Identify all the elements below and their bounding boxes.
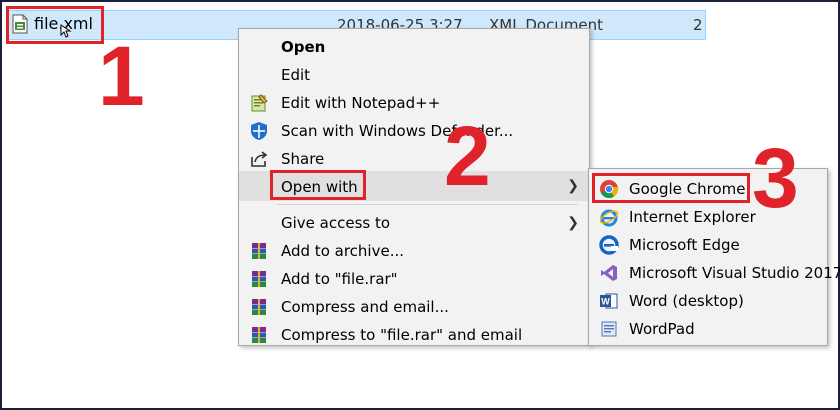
menu-item-label: Add to archive... (281, 242, 404, 260)
menu-item-label: Edit with Notepad++ (281, 94, 441, 112)
winrar-icon (252, 299, 266, 315)
submenu-item-label: Internet Explorer (629, 208, 756, 226)
submenu-item-wordpad[interactable]: WordPad (589, 315, 827, 343)
menu-item-compress-rar-email[interactable]: Compress to "file.rar" and email (239, 321, 589, 349)
submenu-item-microsoft-edge[interactable]: Microsoft Edge (589, 231, 827, 259)
step-3-highlight-box (592, 173, 750, 203)
submenu-arrow-icon: ❯ (567, 177, 579, 193)
submenu-item-visual-studio[interactable]: Microsoft Visual Studio 2017 (589, 259, 840, 287)
step-number-3: 3 (752, 131, 799, 225)
submenu-arrow-icon: ❯ (567, 214, 579, 230)
menu-item-label: Give access to (281, 214, 391, 232)
menu-item-open[interactable]: Open (239, 33, 589, 61)
menu-item-compress-email[interactable]: Compress and email... (239, 293, 589, 321)
internet-explorer-icon (599, 209, 619, 227)
step-number-1: 1 (98, 29, 145, 123)
menu-item-add-to-archive[interactable]: Add to archive... (239, 237, 589, 265)
menu-item-give-access[interactable]: Give access to ❯ (239, 209, 589, 237)
windows-defender-shield-icon (251, 122, 267, 140)
menu-item-scan-defender[interactable]: Scan with Windows Defender... (239, 117, 589, 145)
winrar-icon (252, 271, 266, 287)
notepad-plus-plus-icon (251, 94, 268, 112)
menu-item-label: Compress to "file.rar" and email (281, 326, 523, 344)
step-1-highlight-box (6, 6, 104, 44)
step-number-2: 2 (444, 109, 491, 203)
submenu-item-label: Word (desktop) (629, 292, 744, 310)
submenu-item-label: Microsoft Edge (629, 236, 740, 254)
svg-text:W: W (601, 297, 610, 307)
menu-item-label: Share (281, 150, 325, 168)
menu-item-add-to-rar[interactable]: Add to "file.rar" (239, 265, 589, 293)
visual-studio-icon (601, 265, 617, 281)
step-2-highlight-box (270, 170, 366, 200)
menu-item-label: Compress and email... (281, 298, 449, 316)
file-size: 2 (693, 16, 703, 34)
submenu-item-label: WordPad (629, 320, 695, 338)
winrar-icon (252, 243, 266, 259)
submenu-item-label: Microsoft Visual Studio 2017 (629, 264, 840, 282)
menu-item-label: Edit (281, 66, 311, 84)
menu-item-label: Add to "file.rar" (281, 270, 398, 288)
wordpad-icon (601, 321, 617, 337)
menu-item-edit-with-notepad[interactable]: Edit with Notepad++ (239, 89, 589, 117)
mouse-cursor-icon (60, 24, 72, 38)
word-icon: W (600, 293, 618, 309)
menu-item-share[interactable]: Share (239, 145, 589, 173)
menu-separator (277, 204, 577, 205)
submenu-item-word[interactable]: W Word (desktop) (589, 287, 827, 315)
microsoft-edge-icon (599, 235, 619, 255)
share-icon (251, 151, 268, 167)
menu-item-edit[interactable]: Edit (239, 61, 589, 89)
winrar-icon (252, 327, 266, 343)
menu-item-label: Open (281, 38, 326, 56)
